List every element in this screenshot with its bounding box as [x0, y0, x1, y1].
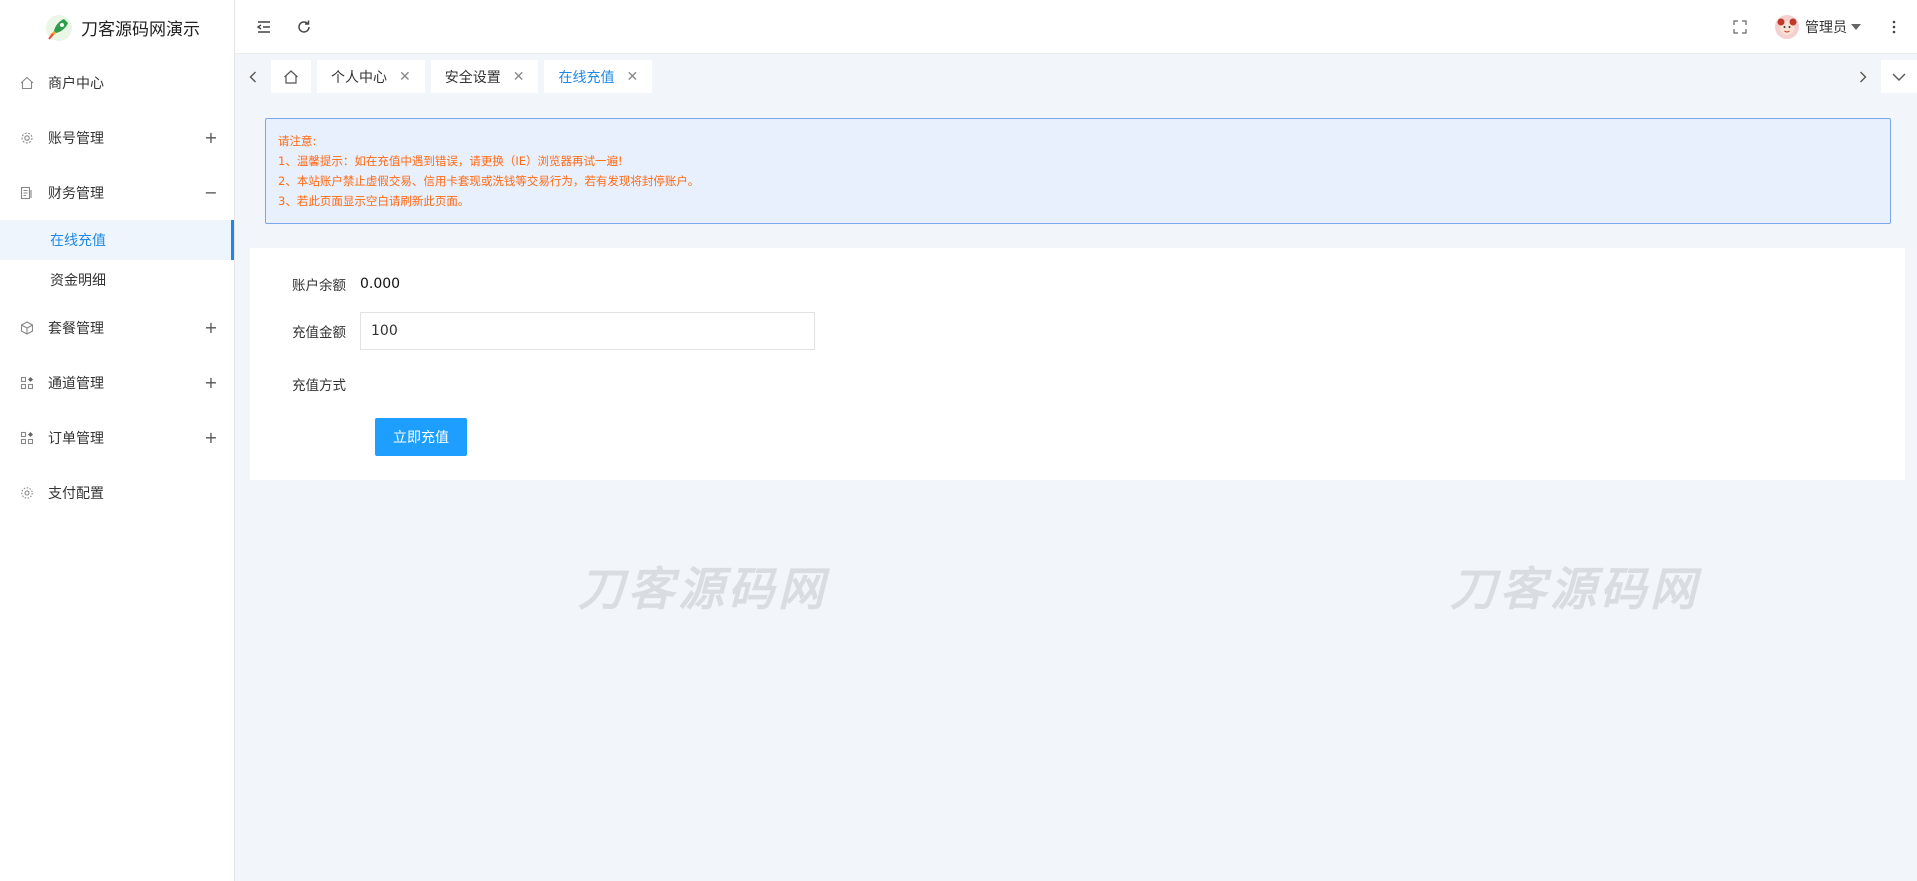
watermark: 刀客源码网	[1450, 562, 1700, 616]
tab-label: 安全设置	[444, 69, 501, 86]
close-icon[interactable]: ✕	[399, 69, 411, 85]
sidebar-subitem-fund-details[interactable]: 资金明细	[0, 260, 234, 300]
sidebar-item-merchant-center[interactable]: 商户中心	[0, 55, 234, 110]
notice-line: 1、温馨提示：如在充值中遇到错误，请更换（IE）浏览器再试一遍!	[278, 154, 623, 168]
tab-label: 在线充值	[558, 69, 615, 86]
sidebar: 刀客源码网演示 商户中心 账号管理 + 财务管理 − 在线充值 资金明细 套餐管…	[0, 0, 235, 881]
rocket-logo-icon	[46, 14, 72, 41]
apps-icon	[20, 431, 34, 445]
expand-icon: +	[204, 428, 218, 447]
sidebar-subitem-online-recharge[interactable]: 在线充值	[0, 220, 234, 260]
sidebar-item-payment-config[interactable]: 支付配置	[0, 465, 234, 520]
collapse-icon: −	[204, 183, 218, 202]
app-title: 刀客源码网演示	[81, 20, 200, 40]
refresh-button[interactable]	[293, 16, 315, 38]
balance-value: 0.000	[360, 276, 401, 292]
home-icon	[284, 69, 298, 84]
tab-label: 个人中心	[331, 69, 387, 86]
tab-personal-center[interactable]: 个人中心 ✕	[317, 60, 425, 93]
gear-icon	[20, 131, 34, 145]
chevron-down-icon	[1892, 73, 1906, 81]
tab-bar: 个人中心 ✕ 安全设置 ✕ 在线充值 ✕	[235, 54, 1917, 99]
sidebar-menu: 商户中心 账号管理 + 财务管理 − 在线充值 资金明细 套餐管理 + 通道管理…	[0, 55, 234, 520]
sidebar-item-label: 支付配置	[48, 485, 104, 502]
amount-row: 充值金额	[250, 312, 815, 350]
avatar	[1775, 14, 1799, 39]
chevron-left-icon	[249, 71, 256, 82]
amount-input[interactable]	[360, 312, 815, 350]
recharge-form-card: 账户余额 0.000 充值金额 充值方式 立即充值	[250, 248, 1905, 480]
notice-line: 3、若此页面显示空白请刷新此页面。	[278, 194, 470, 208]
notice-title: 请注意:	[278, 134, 317, 148]
tab-scroll-right-button[interactable]	[1845, 60, 1881, 93]
refresh-icon	[298, 20, 310, 33]
settings-icon	[20, 486, 34, 500]
cube-icon	[20, 320, 34, 335]
more-vertical-icon	[1892, 20, 1896, 33]
balance-label: 账户余额	[292, 278, 346, 294]
fullscreen-icon	[1733, 19, 1747, 34]
sidebar-item-account[interactable]: 账号管理 +	[0, 110, 234, 165]
close-icon[interactable]: ✕	[513, 69, 525, 85]
expand-icon: +	[204, 318, 218, 337]
chevron-right-icon	[1860, 71, 1867, 82]
menu-fold-button[interactable]	[253, 16, 275, 38]
tab-security-settings[interactable]: 安全设置 ✕	[430, 60, 539, 93]
fullscreen-button[interactable]	[1729, 16, 1751, 38]
expand-icon: +	[204, 128, 218, 147]
sidebar-item-label: 财务管理	[48, 185, 104, 202]
tab-options-button[interactable]	[1881, 60, 1917, 93]
top-header: 管理员	[235, 0, 1917, 54]
tab-online-recharge[interactable]: 在线充值 ✕	[544, 60, 653, 93]
method-row: 充值方式	[250, 366, 360, 402]
tab-scroll-left-button[interactable]	[235, 54, 271, 99]
sidebar-item-finance[interactable]: 财务管理 −	[0, 165, 234, 220]
close-icon[interactable]: ✕	[626, 69, 638, 85]
sidebar-item-package[interactable]: 套餐管理 +	[0, 300, 234, 355]
recharge-now-button[interactable]: 立即充值	[375, 418, 467, 456]
sidebar-item-label: 账号管理	[48, 130, 104, 147]
watermark: 刀客源码网	[578, 562, 828, 616]
expand-icon: +	[204, 373, 218, 392]
logo[interactable]: 刀客源码网演示	[0, 0, 234, 55]
sidebar-item-label: 套餐管理	[48, 320, 104, 337]
sidebar-item-label: 订单管理	[48, 430, 104, 447]
user-menu[interactable]: 管理员	[1775, 14, 1861, 39]
ledger-icon	[20, 186, 34, 200]
amount-label: 充值金额	[292, 325, 346, 341]
notice-box: 请注意: 1、温馨提示：如在充值中遇到错误，请更换（IE）浏览器再试一遍! 2、…	[265, 118, 1891, 224]
method-label: 充值方式	[292, 378, 346, 394]
submit-row: 立即充值	[250, 418, 467, 456]
sidebar-item-order[interactable]: 订单管理 +	[0, 410, 234, 465]
sidebar-item-label: 通道管理	[48, 375, 104, 392]
apps-icon	[20, 376, 34, 390]
tab-home[interactable]	[271, 60, 311, 93]
notice-line: 2、本站账户禁止虚假交易、信用卡套现或洗钱等交易行为，若有发现将封停账户。	[278, 174, 700, 188]
more-button[interactable]	[1883, 16, 1905, 38]
user-name: 管理员	[1805, 19, 1847, 36]
menu-fold-icon	[256, 20, 270, 33]
home-icon	[20, 76, 34, 90]
sidebar-item-label: 商户中心	[48, 75, 104, 92]
caret-down-icon	[1851, 23, 1861, 30]
balance-row: 账户余额 0.000	[250, 266, 400, 302]
sidebar-item-channel[interactable]: 通道管理 +	[0, 355, 234, 410]
